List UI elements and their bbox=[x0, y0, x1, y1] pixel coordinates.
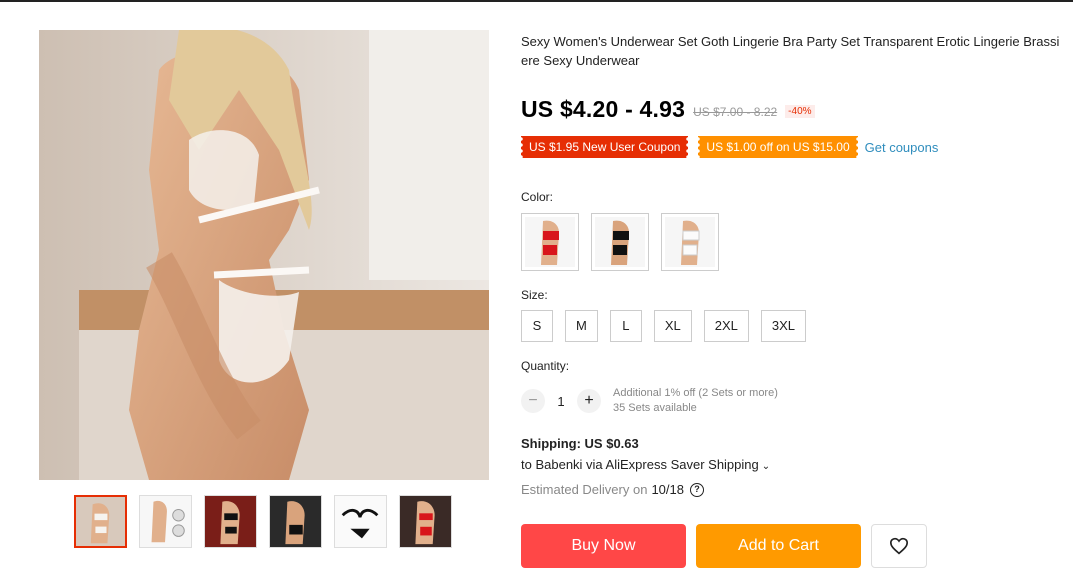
size-option-l[interactable]: L bbox=[609, 310, 642, 342]
shipping-destination: to Babenki via AliExpress Saver Shipping bbox=[521, 457, 759, 472]
get-coupons-link[interactable]: Get coupons bbox=[865, 140, 939, 155]
quantity-value[interactable]: 1 bbox=[545, 394, 577, 409]
color-option-red[interactable] bbox=[521, 213, 579, 271]
thumbnail-1[interactable] bbox=[74, 495, 127, 548]
size-option-s[interactable]: S bbox=[521, 310, 553, 342]
color-options bbox=[521, 213, 719, 271]
thumbnail-3[interactable] bbox=[204, 495, 257, 548]
wishlist-button[interactable] bbox=[871, 524, 927, 568]
thumbnail-6[interactable] bbox=[399, 495, 452, 548]
thumbnail-4[interactable] bbox=[269, 495, 322, 548]
product-title: Sexy Women's Underwear Set Goth Lingerie… bbox=[521, 34, 1060, 68]
price-row: US $4.20 - 4.93 US $7.00 - 8.22 -40% bbox=[521, 96, 815, 123]
quantity-info: Additional 1% off (2 Sets or more) 35 Se… bbox=[613, 386, 778, 416]
delivery-date: 10/18 bbox=[651, 482, 684, 497]
bulk-discount-note: Additional 1% off (2 Sets or more) bbox=[613, 387, 778, 399]
heart-icon bbox=[889, 537, 909, 555]
size-option-3xl[interactable]: 3XL bbox=[760, 310, 807, 342]
main-product-image[interactable] bbox=[39, 30, 489, 480]
color-option-white[interactable] bbox=[661, 213, 719, 271]
quantity-increase-button[interactable]: + bbox=[577, 389, 601, 413]
add-to-cart-button[interactable]: Add to Cart bbox=[696, 524, 861, 568]
discount-badge: -40% bbox=[785, 105, 815, 118]
thumbnail-2[interactable] bbox=[139, 495, 192, 548]
shipping-method-selector[interactable]: to Babenki via AliExpress Saver Shipping… bbox=[521, 457, 770, 472]
chevron-down-icon: ⌄ bbox=[761, 461, 771, 472]
buy-now-button[interactable]: Buy Now bbox=[521, 524, 686, 568]
top-border bbox=[0, 0, 1073, 2]
size-option-m[interactable]: M bbox=[565, 310, 598, 342]
size-options: S M L XL 2XL 3XL bbox=[521, 310, 807, 342]
coupon-row: US $1.95 New User Coupon US $1.00 off on… bbox=[521, 136, 938, 158]
thumbnail-strip bbox=[74, 495, 452, 548]
quantity-decrease-button[interactable]: − bbox=[521, 389, 545, 413]
current-price: US $4.20 - 4.93 bbox=[521, 96, 686, 122]
original-price: US $7.00 - 8.22 bbox=[693, 104, 778, 119]
color-option-black[interactable] bbox=[591, 213, 649, 271]
store-coupon[interactable]: US $1.00 off on US $15.00 bbox=[698, 136, 858, 158]
purchase-actions: Buy Now Add to Cart bbox=[521, 524, 927, 568]
shipping-label: Shipping: US $0.63 bbox=[521, 436, 639, 451]
quantity-label: Quantity: bbox=[521, 359, 570, 373]
shipping-cost: Shipping: US $0.63 bbox=[521, 436, 639, 451]
size-option-2xl[interactable]: 2XL bbox=[703, 310, 749, 342]
help-icon[interactable]: ? bbox=[690, 482, 704, 497]
new-user-coupon[interactable]: US $1.95 New User Coupon bbox=[521, 136, 689, 158]
stock-available: 35 Sets available bbox=[613, 402, 697, 414]
estimated-delivery: Estimated Delivery on 10/18 ? bbox=[521, 482, 704, 497]
delivery-label: Estimated Delivery on bbox=[521, 482, 648, 497]
size-label: Size: bbox=[521, 288, 548, 302]
color-label: Color: bbox=[521, 190, 554, 204]
size-option-xl[interactable]: XL bbox=[653, 310, 692, 342]
thumbnail-5[interactable] bbox=[334, 495, 387, 548]
quantity-stepper: − 1 + Additional 1% off (2 Sets or more)… bbox=[521, 386, 778, 416]
